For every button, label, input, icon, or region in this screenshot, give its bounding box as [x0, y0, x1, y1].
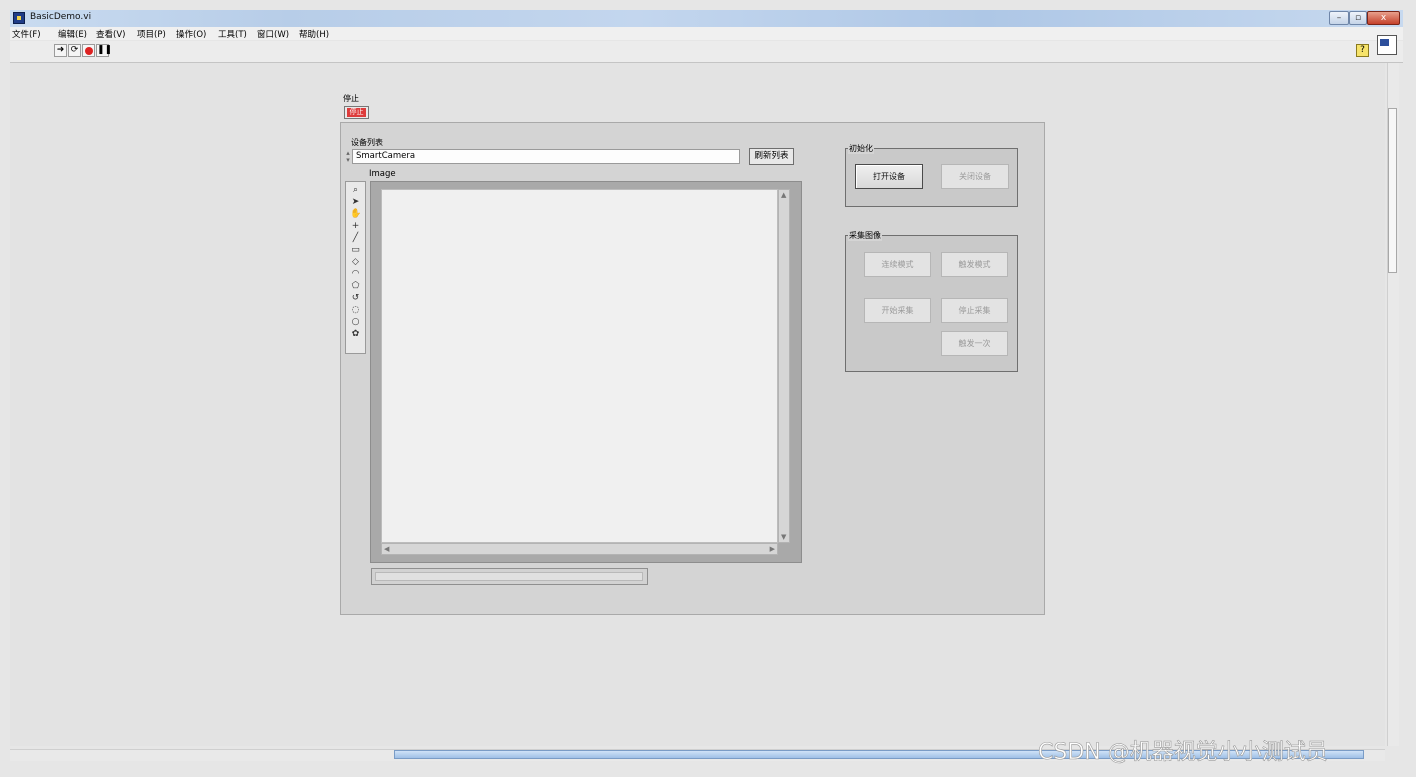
- csdn-watermark: CSDN @机器视觉小小测试员: [1038, 740, 1328, 766]
- menu-view[interactable]: 查看(V): [96, 28, 125, 40]
- menu-project[interactable]: 项目(P): [137, 28, 166, 40]
- window-vertical-scroll-thumb[interactable]: [1388, 108, 1397, 273]
- rectangle-tool-icon[interactable]: ▭: [350, 245, 361, 256]
- stop-caption: 停止: [343, 94, 359, 103]
- close-device-button[interactable]: 关闭设备: [941, 164, 1009, 189]
- selection-arrow-icon[interactable]: ➤: [350, 197, 361, 208]
- pan-hand-icon[interactable]: ✋: [350, 209, 361, 220]
- stop-button-label: 停止: [347, 108, 366, 117]
- start-capture-button[interactable]: 开始采集: [864, 298, 931, 323]
- scroll-down-icon[interactable]: ▼: [781, 533, 786, 541]
- trigger-mode-button[interactable]: 触发模式: [941, 252, 1008, 277]
- window-title: BasicDemo.vi: [30, 12, 92, 22]
- broken-line-tool-icon[interactable]: ◌: [350, 305, 361, 316]
- image-horizontal-scrollbar[interactable]: ◀ ▶: [381, 543, 778, 555]
- toolbar: ➜ ⟳ ❚❚ ?: [10, 35, 1403, 63]
- menu-edit[interactable]: 编辑(E): [58, 28, 87, 40]
- vi-connector-icon[interactable]: [1377, 35, 1397, 55]
- maximize-button[interactable]: ▫: [1349, 11, 1367, 25]
- menu-window[interactable]: 窗口(W): [257, 28, 289, 40]
- scroll-right-icon[interactable]: ▶: [770, 545, 775, 553]
- close-button[interactable]: x: [1367, 11, 1400, 25]
- menu-help[interactable]: 帮助(H): [299, 28, 329, 40]
- image-caption: Image: [369, 169, 396, 179]
- rotated-rectangle-tool-icon[interactable]: ◇: [350, 257, 361, 268]
- labview-vi-icon: [13, 12, 25, 24]
- annulus-tool-icon[interactable]: ◠: [350, 269, 361, 280]
- pause-icon[interactable]: ❚❚: [96, 44, 112, 57]
- capture-group-label: 采集图像: [848, 230, 882, 241]
- run-continuously-icon[interactable]: ⟳: [68, 44, 81, 57]
- menu-tools[interactable]: 工具(T): [218, 28, 247, 40]
- device-list-caption: 设备列表: [351, 138, 383, 147]
- oval-tool-icon[interactable]: ○: [350, 317, 361, 328]
- abort-execution-icon[interactable]: [82, 44, 95, 57]
- image-status-bar: [371, 568, 648, 585]
- freehand-line-tool-icon[interactable]: ↺: [350, 293, 361, 304]
- run-arrow-icon[interactable]: ➜: [54, 44, 67, 57]
- scroll-left-icon[interactable]: ◀: [384, 545, 389, 553]
- context-help-icon[interactable]: ?: [1356, 44, 1369, 57]
- point-tool-icon[interactable]: +: [350, 221, 361, 232]
- refresh-list-button[interactable]: 刷新列表: [749, 148, 794, 165]
- menu-operate[interactable]: 操作(O): [176, 28, 206, 40]
- image-vertical-scrollbar[interactable]: ▲ ▼: [778, 189, 790, 543]
- minimize-button[interactable]: –: [1329, 11, 1349, 25]
- capture-group: 采集图像 连续模式 触发模式 开始采集 停止采集 触发一次: [845, 230, 1018, 372]
- scroll-up-icon[interactable]: ▲: [781, 191, 786, 199]
- open-device-button[interactable]: 打开设备: [855, 164, 923, 189]
- image-display[interactable]: [381, 189, 778, 543]
- device-list-increment-icon[interactable]: ▴ ▾: [344, 150, 352, 166]
- continuous-mode-button[interactable]: 连续模式: [864, 252, 931, 277]
- trigger-once-button[interactable]: 触发一次: [941, 331, 1008, 356]
- roi-tool-palette: ⌕ ➤ ✋ + ╱ ▭ ◇ ◠ ⬠ ↺ ◌ ○ ✿: [345, 181, 366, 354]
- polygon-tool-icon[interactable]: ⬠: [350, 281, 361, 292]
- image-status-field: [375, 572, 643, 581]
- init-group-label: 初始化: [848, 143, 874, 154]
- zoom-icon[interactable]: ⌕: [350, 185, 361, 196]
- stop-capture-button[interactable]: 停止采集: [941, 298, 1008, 323]
- stop-button[interactable]: 停止: [344, 106, 369, 119]
- init-group: 初始化 打开设备 关闭设备: [845, 143, 1018, 207]
- line-tool-icon[interactable]: ╱: [350, 233, 361, 244]
- device-list-combo[interactable]: SmartCamera: [352, 149, 740, 164]
- menu-bar: 文件(F) 编辑(E) 查看(V) 项目(P) 操作(O) 工具(T) 窗口(W…: [10, 27, 1403, 40]
- freehand-region-tool-icon[interactable]: ✿: [350, 329, 361, 340]
- window-title-bar[interactable]: BasicDemo.vi – ▫ x: [10, 10, 1403, 27]
- menu-file[interactable]: 文件(F): [12, 28, 41, 40]
